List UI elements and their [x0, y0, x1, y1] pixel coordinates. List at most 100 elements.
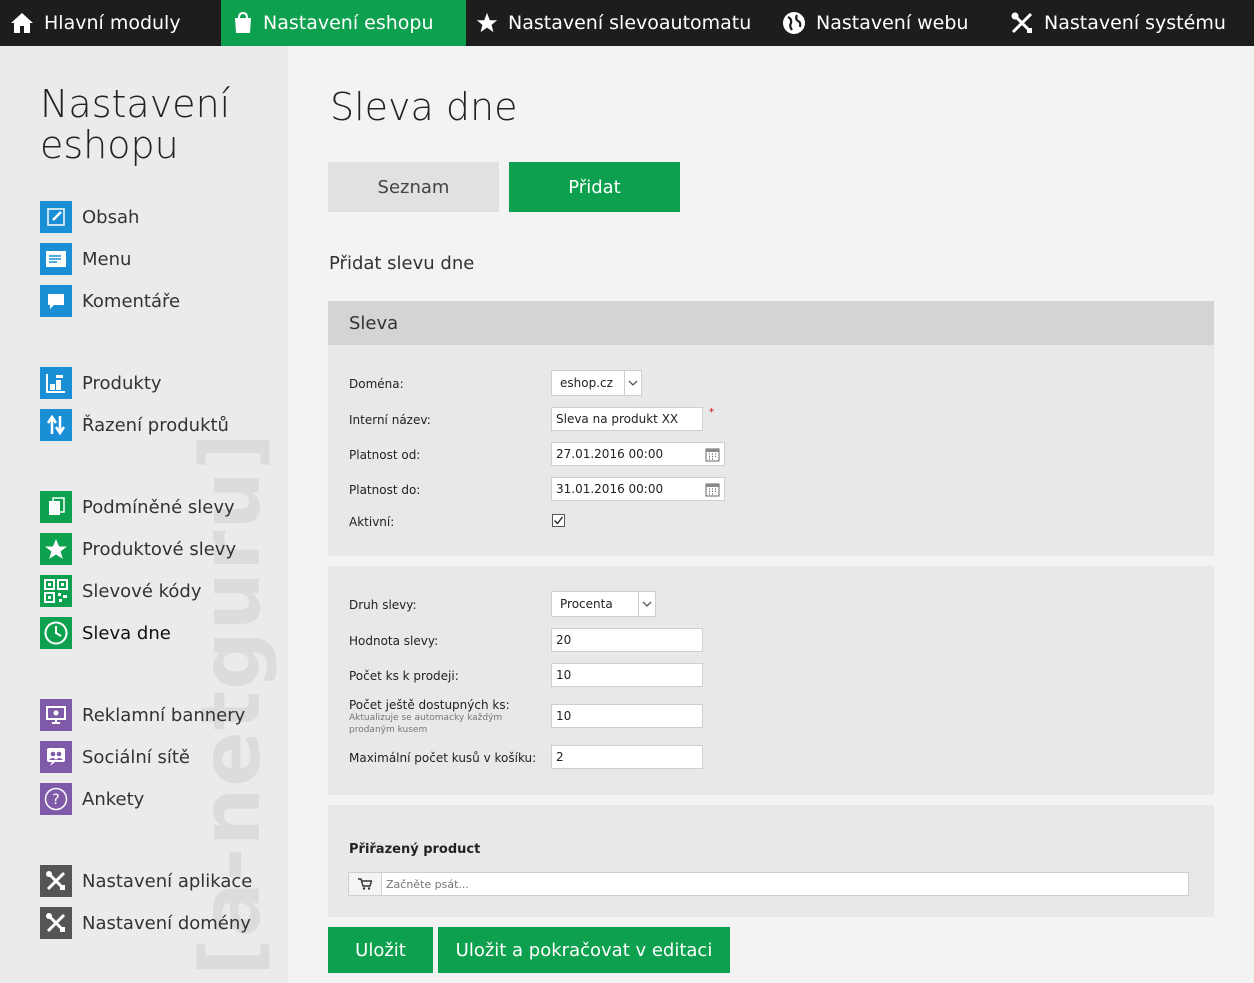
- checkmark-icon: [554, 516, 564, 525]
- nav-label: Hlavní moduly: [44, 12, 181, 34]
- menu-icon: [40, 243, 72, 275]
- tab-pridat[interactable]: Přidat: [509, 162, 680, 212]
- sidebar-item-label: Slevové kódy: [82, 580, 202, 602]
- sidebar-item-label: Nastavení domény: [82, 912, 251, 934]
- sort-icon: [40, 409, 72, 441]
- chevron-down-icon: [638, 592, 655, 616]
- discount-value-label: Hodnota slevy:: [349, 634, 439, 648]
- sidebar-item-label: Sociální sítě: [82, 746, 191, 768]
- cart-icon: [349, 873, 382, 895]
- sidebar-item-label: Řazení produktů: [82, 414, 229, 436]
- sidebar: [a-netguru] Nastavení eshopu Obsah Menu …: [0, 46, 288, 983]
- nav-label: Nastavení slevoautomatu: [508, 12, 752, 34]
- active-checkbox[interactable]: [552, 514, 565, 527]
- count-input[interactable]: 10: [551, 663, 703, 687]
- star-icon: [476, 12, 498, 33]
- sidebar-item-label: Reklamní bannery: [82, 704, 246, 726]
- nav-nastaveni-systemu[interactable]: Nastavení systému: [1010, 0, 1240, 46]
- sidebar-item-label: Podmíněné slevy: [82, 496, 235, 518]
- discount-type-value: Procenta: [560, 597, 613, 611]
- sidebar-item-label: Sleva dne: [82, 622, 171, 644]
- discount-type-select[interactable]: Procenta: [551, 591, 656, 617]
- valid-from-value: 27.01.2016 00:00: [556, 447, 664, 461]
- clock-icon: [40, 617, 72, 649]
- sidebar-item-komentare[interactable]: Komentáře: [40, 285, 180, 317]
- sidebar-item-slevove-kody[interactable]: Slevové kódy: [40, 575, 202, 607]
- discount-value-input[interactable]: 20: [551, 628, 703, 652]
- domain-label: Doména:: [349, 377, 404, 391]
- calendar-icon[interactable]: [705, 447, 720, 465]
- sidebar-item-produkty[interactable]: Produkty: [40, 367, 162, 399]
- sidebar-item-socialni-site[interactable]: Sociální sítě: [40, 741, 190, 773]
- available-input[interactable]: 10: [551, 704, 703, 728]
- nav-label: Nastavení systému: [1044, 12, 1226, 34]
- save-continue-button[interactable]: Uložit a pokračovat v editaci: [438, 927, 730, 973]
- tools-icon: [40, 865, 72, 897]
- nav-nastaveni-slevoautomatu[interactable]: Nastavení slevoautomatu: [476, 0, 756, 46]
- product-panel: Přiřazený product: [328, 805, 1214, 917]
- domain-select[interactable]: eshop.cz: [551, 370, 642, 396]
- sidebar-item-obsah[interactable]: Obsah: [40, 201, 139, 233]
- globe-icon: [783, 12, 805, 34]
- domain-select-value: eshop.cz: [560, 376, 613, 390]
- svg-text:?: ?: [52, 792, 59, 808]
- question-icon: ?: [40, 783, 72, 815]
- edit-icon: [40, 201, 72, 233]
- qr-code-icon: [40, 575, 72, 607]
- valid-from-label: Platnost od:: [349, 448, 421, 462]
- available-label: Počet ještě dostupných ks:: [349, 698, 510, 712]
- nav-hlavni-moduly[interactable]: Hlavní moduly: [10, 0, 215, 46]
- sidebar-item-razeni-produktu[interactable]: Řazení produktů: [40, 409, 229, 441]
- calendar-icon[interactable]: [705, 482, 720, 500]
- sidebar-item-label: Nastavení aplikace: [82, 870, 253, 892]
- banner-icon: [40, 699, 72, 731]
- count-label: Počet ks k prodeji:: [349, 669, 459, 683]
- product-search[interactable]: [348, 872, 1189, 896]
- product-search-input[interactable]: [382, 874, 1188, 894]
- people-icon: [40, 741, 72, 773]
- comment-icon: [40, 285, 72, 317]
- discount-type-label: Druh slevy:: [349, 598, 417, 612]
- sidebar-item-nastaveni-domeny[interactable]: Nastavení domény: [40, 907, 251, 939]
- sidebar-item-menu[interactable]: Menu: [40, 243, 131, 275]
- tools-icon: [40, 907, 72, 939]
- nav-label: Nastavení webu: [816, 12, 969, 34]
- sleva-panel: Sleva Doména: eshop.cz Interní název: Sl…: [328, 301, 1214, 556]
- valid-to-label: Platnost do:: [349, 483, 421, 497]
- sidebar-item-sleva-dne[interactable]: Sleva dne: [40, 617, 171, 649]
- top-navigation: Hlavní moduly Nastavení eshopu Nastavení…: [0, 0, 1254, 46]
- sidebar-item-nastaveni-aplikace[interactable]: Nastavení aplikace: [40, 865, 252, 897]
- internal-name-input[interactable]: Sleva na produkt XX: [551, 407, 703, 431]
- shopping-bag-icon: [235, 11, 251, 33]
- required-marker: *: [709, 407, 714, 418]
- sidebar-item-ankety[interactable]: ? Ankety: [40, 783, 144, 815]
- internal-name-label: Interní název:: [349, 413, 431, 427]
- sleva-panel-heading: Sleva: [328, 301, 1214, 345]
- valid-to-value: 31.01.2016 00:00: [556, 482, 664, 496]
- tools-icon: [1011, 12, 1033, 34]
- active-label: Aktivní:: [349, 515, 395, 529]
- products-icon: [40, 367, 72, 399]
- nav-nastaveni-webu[interactable]: Nastavení webu: [782, 0, 982, 46]
- max-cart-label: Maximální počet kusů v košíku:: [349, 751, 537, 765]
- product-panel-heading: Přiřazený product: [349, 842, 481, 857]
- sidebar-title: Nastavení eshopu: [40, 82, 231, 167]
- sidebar-item-label: Komentáře: [82, 290, 181, 312]
- nav-nastaveni-eshopu[interactable]: Nastavení eshopu: [221, 0, 466, 46]
- tab-seznam[interactable]: Seznam: [328, 162, 499, 212]
- available-note: Aktualizuje se automacky každým prodaným…: [349, 713, 503, 735]
- valid-from-input[interactable]: 27.01.2016 00:00: [551, 442, 725, 466]
- sidebar-item-label: Produkty: [82, 372, 162, 394]
- form-subtitle: Přidat slevu dne: [329, 253, 475, 274]
- max-cart-input[interactable]: 2: [551, 745, 703, 769]
- star-icon: [40, 533, 72, 565]
- sidebar-item-label: Produktové slevy: [82, 538, 237, 560]
- discount-panel: Druh slevy: Procenta Hodnota slevy: 20 P…: [328, 566, 1214, 795]
- sidebar-item-label: Obsah: [82, 206, 140, 228]
- sidebar-item-reklamni-bannery[interactable]: Reklamní bannery: [40, 699, 245, 731]
- sidebar-item-produktove-slevy[interactable]: Produktové slevy: [40, 533, 236, 565]
- valid-to-input[interactable]: 31.01.2016 00:00: [551, 477, 725, 501]
- sidebar-item-podminene-slevy[interactable]: Podmíněné slevy: [40, 491, 235, 523]
- save-button[interactable]: Uložit: [328, 927, 433, 973]
- home-icon: [11, 13, 33, 33]
